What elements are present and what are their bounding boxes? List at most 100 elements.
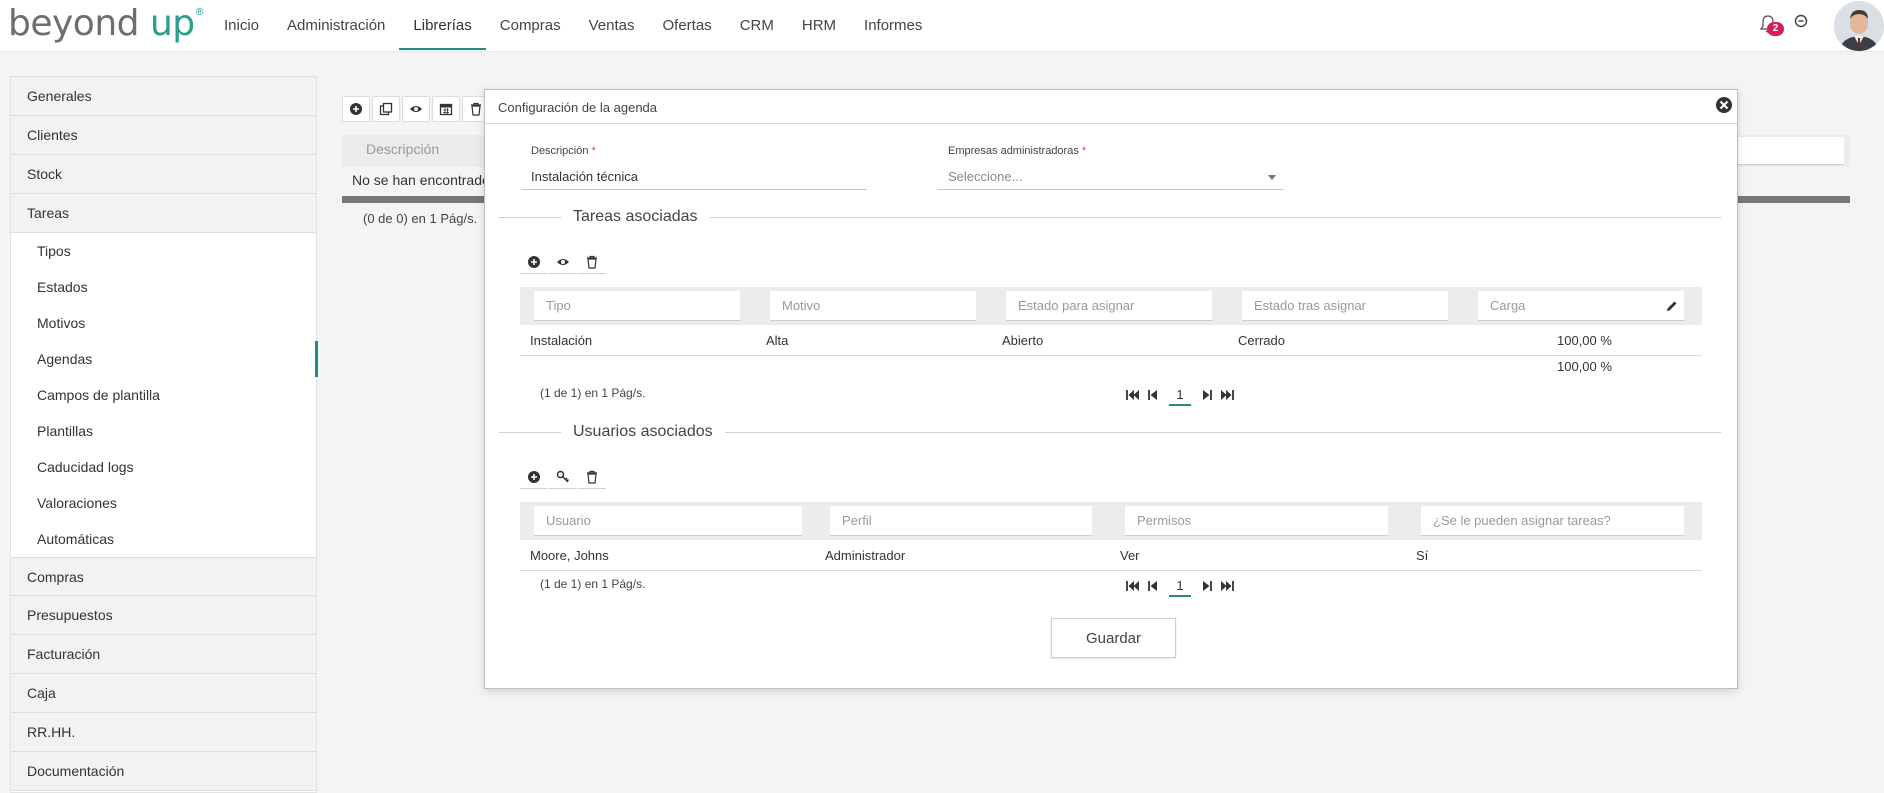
nav-ventas[interactable]: Ventas: [575, 0, 649, 52]
close-icon[interactable]: [1715, 96, 1733, 114]
nav-hrm[interactable]: HRM: [788, 0, 850, 52]
description-filter-input[interactable]: Descripción: [366, 141, 486, 157]
cell-estado-asignar: Abierto: [1002, 333, 1044, 348]
current-page[interactable]: 1: [1169, 384, 1191, 406]
table-row[interactable]: Moore, Johns Administrador Ver Sí: [520, 541, 1702, 571]
table-row[interactable]: Instalación Alta Abierto Cerrado 100,00 …: [520, 326, 1702, 356]
next-page-icon[interactable]: [1197, 576, 1217, 596]
sidebar-group-tareas[interactable]: Tareas: [11, 194, 316, 233]
perfil-filter-input[interactable]: Perfil: [830, 506, 1092, 536]
trash-icon: [587, 470, 597, 484]
sidebar-group-clientes[interactable]: Clientes: [11, 116, 316, 155]
plus-circle-icon: [528, 255, 540, 268]
next-page-icon[interactable]: [1197, 385, 1217, 405]
top-bar: beyond up® Inicio Administración Librerí…: [0, 0, 1884, 52]
background-filter-input-right[interactable]: [1732, 137, 1844, 165]
usuarios-section-title: Usuarios asociados: [561, 423, 725, 441]
delete-user-button[interactable]: [578, 465, 606, 489]
view-task-button[interactable]: [549, 250, 577, 274]
key-icon: [556, 470, 570, 483]
trash-icon: [471, 102, 481, 116]
sidebar-group-compras[interactable]: Compras: [11, 557, 316, 596]
motivo-filter-input[interactable]: Motivo: [770, 291, 976, 321]
usuario-filter-input[interactable]: Usuario: [534, 506, 802, 536]
eye-icon: [410, 106, 422, 112]
nav-inicio[interactable]: Inicio: [210, 0, 273, 52]
carga-filter-input[interactable]: Carga: [1478, 291, 1684, 321]
sidebar-group-generales[interactable]: Generales: [11, 77, 316, 116]
empresas-select-placeholder: Seleccione...: [948, 169, 1023, 184]
dialog-title: Configuración de la agenda: [498, 100, 658, 115]
sidebar-group-stock[interactable]: Stock: [11, 155, 316, 194]
copy-button[interactable]: [372, 96, 400, 122]
sidebar-item-agendas[interactable]: Agendas: [11, 341, 318, 377]
sidebar: Generales Clientes Stock Tareas Tipos Es…: [10, 76, 318, 793]
view-button[interactable]: [402, 96, 430, 122]
sidebar-item-valoraciones[interactable]: Valoraciones: [11, 485, 316, 521]
sidebar-item-tipos[interactable]: Tipos: [11, 233, 316, 269]
nav-administracion[interactable]: Administración: [273, 0, 399, 52]
first-page-icon[interactable]: [1123, 576, 1143, 596]
sidebar-item-motivos[interactable]: Motivos: [11, 305, 316, 341]
empresas-label: Empresas administradoras *: [948, 145, 1086, 157]
background-pagination: (0 de 0) en 1 Pág/s.: [363, 211, 478, 226]
add-task-button[interactable]: [520, 250, 548, 274]
add-user-button[interactable]: [520, 465, 548, 489]
user-permissions-button[interactable]: [549, 465, 577, 489]
agenda-config-dialog: Configuración de la agenda Descripción *…: [484, 89, 1738, 689]
avatar[interactable]: [1834, 1, 1884, 51]
dialog-header: Configuración de la agenda: [485, 90, 1737, 124]
add-button[interactable]: [342, 96, 370, 122]
sidebar-group-documentacion[interactable]: Documentación: [11, 752, 316, 791]
sidebar-item-caducidad-logs[interactable]: Caducidad logs: [11, 449, 316, 485]
nav-librerias[interactable]: Librerías: [399, 0, 487, 52]
descripcion-label: Descripción *: [531, 145, 596, 157]
tareas-section-title: Tareas asociadas: [561, 208, 710, 226]
nav-informes[interactable]: Informes: [850, 0, 936, 52]
prev-page-icon[interactable]: [1143, 385, 1163, 405]
descripcion-label-text: Descripción: [531, 145, 589, 157]
last-page-icon[interactable]: [1217, 385, 1237, 405]
pencil-icon[interactable]: [1666, 300, 1678, 312]
sidebar-item-campos-plantilla[interactable]: Campos de plantilla: [11, 377, 316, 413]
sidebar-group-presupuestos[interactable]: Presupuestos: [11, 596, 316, 635]
permisos-filter-input[interactable]: Permisos: [1125, 506, 1388, 536]
calendar-button[interactable]: [432, 96, 460, 122]
notification-badge: 2: [1767, 22, 1784, 36]
sidebar-item-estados[interactable]: Estados: [11, 269, 316, 305]
nav-crm[interactable]: CRM: [726, 0, 788, 52]
usuarios-pagination-text: (1 de 1) en 1 Pág/s.: [540, 577, 646, 591]
empty-message: No se han encontrado: [352, 172, 490, 188]
tareas-total: 100,00 %: [1557, 359, 1612, 374]
brand-logo[interactable]: beyond up®: [8, 3, 205, 44]
prev-page-icon[interactable]: [1143, 576, 1163, 596]
cell-motivo: Alta: [766, 333, 789, 348]
cell-carga: 100,00 %: [1557, 333, 1612, 348]
sidebar-group-rrhh[interactable]: RR.HH.: [11, 713, 316, 752]
estado-asignar-filter-input[interactable]: Estado para asignar: [1006, 291, 1212, 321]
delete-task-button[interactable]: [578, 250, 606, 274]
estado-tras-filter-input[interactable]: Estado tras asignar: [1242, 291, 1448, 321]
save-button[interactable]: Guardar: [1051, 618, 1176, 658]
calendar-icon: [439, 103, 453, 116]
tareas-toolbar: [520, 250, 607, 274]
tipo-filter-input[interactable]: Tipo: [534, 291, 740, 321]
nav-compras[interactable]: Compras: [486, 0, 575, 52]
trash-icon: [587, 255, 597, 269]
tareas-pager: 1: [1123, 384, 1237, 406]
sidebar-group-caja[interactable]: Caja: [11, 674, 316, 713]
empresas-select[interactable]: Seleccione...: [938, 164, 1284, 190]
current-page[interactable]: 1: [1169, 575, 1191, 597]
first-page-icon[interactable]: [1123, 385, 1143, 405]
carga-filter-label: Carga: [1490, 298, 1526, 313]
asignar-filter-input[interactable]: ¿Se le pueden asignar tareas?: [1421, 506, 1684, 536]
sidebar-item-plantillas[interactable]: Plantillas: [11, 413, 316, 449]
nav-ofertas[interactable]: Ofertas: [649, 0, 726, 52]
sidebar-item-automaticas[interactable]: Automáticas: [11, 521, 316, 557]
descripcion-input[interactable]: Instalación técnica: [521, 164, 867, 190]
plus-circle-icon[interactable]: [1794, 14, 1808, 28]
empresas-label-text: Empresas administradoras: [948, 145, 1079, 157]
usuarios-toolbar: [520, 465, 607, 489]
last-page-icon[interactable]: [1217, 576, 1237, 596]
sidebar-group-facturacion[interactable]: Facturación: [11, 635, 316, 674]
